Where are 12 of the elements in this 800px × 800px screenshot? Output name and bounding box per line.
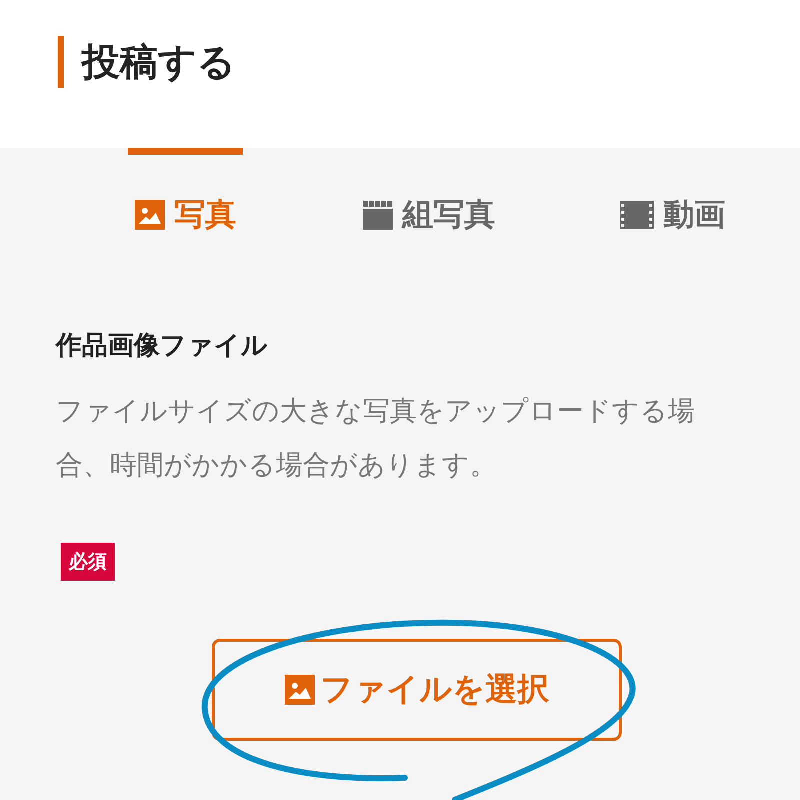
page-title: 投稿する [58, 36, 236, 88]
image-icon [284, 675, 314, 705]
tab[interactable]: 写真 [128, 148, 243, 248]
required-badge: 必須 [61, 543, 115, 581]
tab[interactable]: 組写真 [362, 148, 496, 248]
select-file-button[interactable]: ファイルを選択 [212, 639, 622, 741]
film-icon [620, 200, 654, 228]
description-text: ファイルサイズの大きな写真をアップロードする場合、時間がかかる場合があります。 [56, 395, 696, 483]
tab[interactable]: 動画 [615, 148, 730, 248]
image-icon [134, 200, 164, 230]
grid-icon [362, 200, 392, 230]
section-title: 作品画像ファイル [56, 330, 268, 363]
